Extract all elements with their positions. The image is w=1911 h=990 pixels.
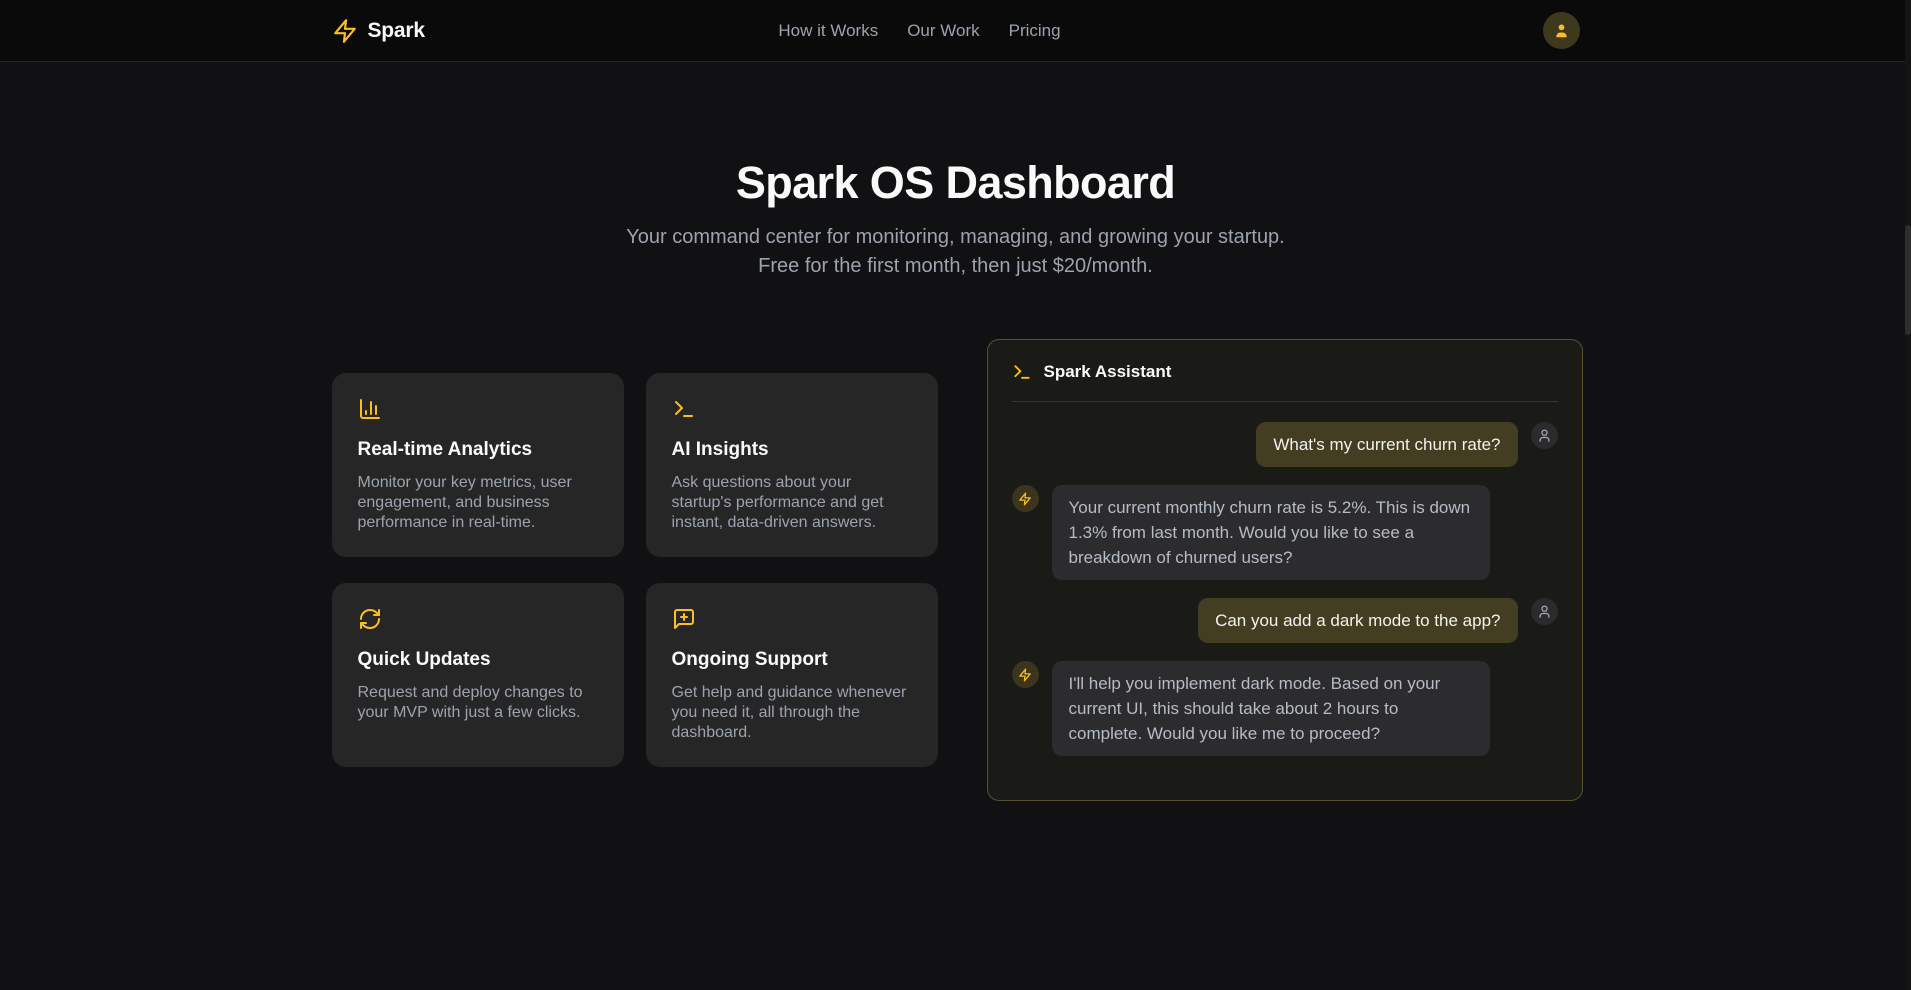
chat-message-assistant: Your current monthly churn rate is 5.2%.… [1012, 485, 1558, 580]
nav-link-our-work[interactable]: Our Work [907, 21, 979, 41]
user-message-bubble: What's my current churn rate? [1256, 422, 1517, 467]
feature-card-ongoing-support: Ongoing Support Get help and guidance wh… [646, 583, 938, 767]
feature-title: Ongoing Support [672, 649, 912, 671]
features-grid: Real-time Analytics Monitor your key met… [332, 373, 938, 767]
vertical-scrollbar[interactable] [1905, 0, 1911, 990]
brand-logo[interactable]: Spark [332, 18, 425, 44]
terminal-icon [1012, 362, 1032, 382]
chat-message-assistant: I'll help you implement dark mode. Based… [1012, 661, 1558, 756]
feature-description: Get help and guidance whenever you need … [672, 683, 912, 743]
assistant-message-bubble: Your current monthly churn rate is 5.2%.… [1052, 485, 1490, 580]
top-navbar: Spark How it Works Our Work Pricing [0, 0, 1911, 62]
main-content: Real-time Analytics Monitor your key met… [332, 339, 1580, 801]
nav-link-how-it-works[interactable]: How it Works [778, 21, 878, 41]
user-avatar-button[interactable] [1543, 12, 1580, 49]
page-title: Spark OS Dashboard [0, 159, 1911, 207]
panel-divider [1012, 401, 1558, 402]
feature-title: Quick Updates [358, 649, 598, 671]
brand-name: Spark [368, 19, 425, 43]
feature-description: Request and deploy changes to your MVP w… [358, 683, 598, 723]
feature-card-realtime-analytics: Real-time Analytics Monitor your key met… [332, 373, 624, 557]
chart-column-icon [358, 397, 598, 421]
scrollbar-thumb[interactable] [1905, 225, 1911, 335]
refresh-icon [358, 607, 598, 631]
chat-message-user: What's my current churn rate? [1012, 422, 1558, 467]
feature-title: AI Insights [672, 439, 912, 461]
assistant-avatar-zap-icon [1012, 485, 1039, 512]
person-icon [1552, 21, 1571, 40]
user-avatar [1531, 598, 1558, 625]
assistant-panel-header: Spark Assistant [1012, 362, 1558, 382]
spark-assistant-panel: Spark Assistant What's my current churn … [987, 339, 1583, 801]
hero-section: Spark OS Dashboard Your command center f… [0, 62, 1911, 281]
terminal-icon [672, 397, 912, 421]
user-avatar [1531, 422, 1558, 449]
feature-card-ai-insights: AI Insights Ask questions about your sta… [646, 373, 938, 557]
zap-icon [332, 18, 358, 44]
feature-card-quick-updates: Quick Updates Request and deploy changes… [332, 583, 624, 767]
chat-messages: What's my current churn rate? Your curre… [1012, 422, 1558, 756]
assistant-avatar-zap-icon [1012, 661, 1039, 688]
feature-title: Real-time Analytics [358, 439, 598, 461]
user-message-bubble: Can you add a dark mode to the app? [1198, 598, 1517, 643]
feature-description: Monitor your key metrics, user engagemen… [358, 473, 598, 533]
message-square-plus-icon [672, 607, 912, 631]
nav-links: How it Works Our Work Pricing [778, 21, 1060, 41]
feature-description: Ask questions about your startup's perfo… [672, 473, 912, 533]
assistant-panel-title: Spark Assistant [1044, 362, 1172, 382]
nav-link-pricing[interactable]: Pricing [1009, 21, 1061, 41]
assistant-message-bubble: I'll help you implement dark mode. Based… [1052, 661, 1490, 756]
navbar-container: Spark How it Works Our Work Pricing [332, 0, 1580, 61]
chat-message-user: Can you add a dark mode to the app? [1012, 598, 1558, 643]
page-subtitle: Your command center for monitoring, mana… [611, 223, 1301, 281]
